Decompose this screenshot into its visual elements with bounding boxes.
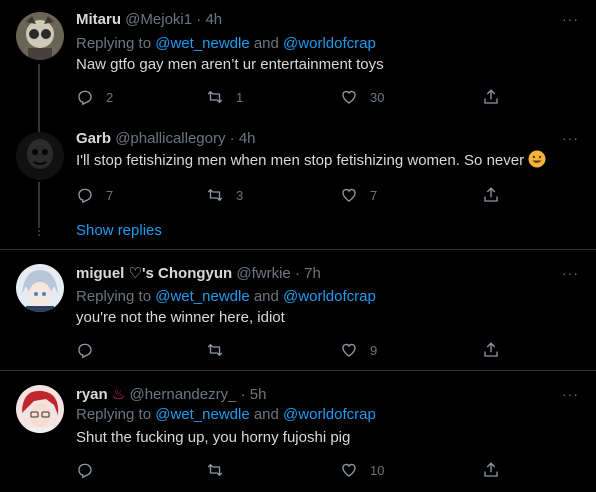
reply-icon (78, 343, 92, 359)
replying-prefix: Replying to (76, 35, 156, 52)
timestamp[interactable]: 4h (205, 11, 222, 28)
display-name[interactable]: Garb (76, 130, 111, 147)
mention-link[interactable]: @wet_newdle (155, 406, 249, 423)
like-button[interactable]: 10 (340, 460, 384, 480)
share-button[interactable] (482, 87, 500, 107)
retweet-button[interactable] (206, 340, 236, 360)
mention-link[interactable]: @worldofcrap (283, 406, 376, 423)
show-replies-link[interactable]: Show replies (76, 222, 162, 240)
retweet-button[interactable]: 1 (206, 87, 243, 107)
more-options-icon[interactable]: ··· (562, 12, 582, 32)
reply-button[interactable]: 2 (76, 87, 113, 107)
replying-and: and (249, 406, 284, 423)
tweet-text: I'll stop fetishizing men when men stop … (76, 150, 546, 171)
tweet-ryan[interactable]: ryan ♨ @hernandezry_ · 5h ··· Replying t… (0, 371, 596, 492)
like-button[interactable]: 30 (340, 87, 384, 107)
reply-icon (78, 90, 92, 106)
tweet-text-content: I'll stop fetishizing men when men stop … (76, 152, 525, 169)
share-icon (484, 342, 498, 357)
user-handle[interactable]: @fwrkie (236, 265, 290, 282)
more-options-icon[interactable]: ··· (562, 387, 582, 407)
mention-link[interactable]: @wet_newdle (155, 288, 249, 305)
retweet-count: 3 (236, 187, 244, 203)
replying-prefix: Replying to (76, 406, 156, 423)
retweet-count: 1 (236, 89, 244, 105)
tweet-header: Garb @phallicallegory · 4h (76, 130, 256, 148)
display-name[interactable]: miguel ♡'s Chongyun (76, 265, 232, 282)
user-handle[interactable]: @Mejoki1 (125, 11, 192, 28)
tweet-actions: 2 1 30 (76, 87, 506, 107)
share-button[interactable] (482, 185, 500, 205)
tweet-miguel[interactable]: miguel ♡'s Chongyun @fwrkie · 7h ··· Rep… (0, 250, 596, 370)
replying-and: and (249, 288, 284, 305)
separator: · (229, 130, 235, 147)
heart-icon (342, 343, 356, 357)
avatar[interactable] (16, 12, 64, 60)
replying-and: and (249, 35, 284, 52)
mention-link[interactable]: @worldofcrap (283, 35, 376, 52)
timestamp[interactable]: 5h (250, 386, 267, 403)
tweet-actions: 9 (76, 340, 506, 360)
like-count: 9 (370, 342, 378, 358)
tweet-text: Shut the fucking up, you horny fujoshi p… (76, 429, 351, 446)
like-button[interactable]: 7 (340, 185, 377, 205)
retweet-icon (207, 91, 223, 103)
timestamp[interactable]: 4h (239, 130, 256, 147)
reply-button[interactable] (76, 460, 106, 480)
hot-springs-emoji-icon: ♨ (111, 386, 126, 403)
tweet-header: ryan ♨ @hernandezry_ · 5h (76, 386, 266, 404)
reply-count: 2 (106, 89, 114, 105)
reply-icon (78, 463, 92, 479)
reply-button[interactable]: 7 (76, 185, 113, 205)
avatar[interactable] (16, 385, 64, 433)
more-options-icon[interactable]: ··· (562, 131, 582, 151)
share-button[interactable] (482, 460, 500, 480)
retweet-icon (207, 344, 223, 356)
share-icon (484, 89, 498, 104)
tweet-text: Naw gtfo gay men aren’t ur entertainment… (76, 56, 384, 73)
display-name[interactable]: ryan (76, 386, 108, 403)
heart-icon (342, 90, 356, 104)
retweet-icon (207, 189, 223, 201)
tweet-actions: 10 (76, 460, 506, 480)
reply-icon (78, 188, 92, 204)
avatar[interactable] (16, 264, 64, 312)
share-icon (484, 187, 498, 202)
tweet-text: you're not the winner here, idiot (76, 309, 285, 326)
more-options-icon[interactable]: ··· (562, 266, 582, 286)
like-count: 7 (370, 187, 378, 203)
tweet-header: Mitaru @Mejoki1 · 4h (76, 11, 222, 29)
reply-count: 7 (106, 187, 114, 203)
user-handle[interactable]: @hernandezry_ (129, 386, 236, 403)
display-name[interactable]: Mitaru (76, 11, 121, 28)
tweet-mitaru[interactable]: Mitaru @Mejoki1 · 4h ··· Replying to @we… (0, 0, 596, 134)
replying-to: Replying to @wet_newdle and @worldofcrap (76, 406, 376, 424)
user-handle[interactable]: @phallicallegory (115, 130, 225, 147)
tweet-header: miguel ♡'s Chongyun @fwrkie · 7h (76, 265, 321, 283)
separator: · (294, 265, 300, 282)
share-icon (484, 462, 498, 477)
separator: · (196, 11, 202, 28)
tweet-actions: 7 3 7 (76, 185, 506, 205)
mention-link[interactable]: @wet_newdle (155, 35, 249, 52)
heart-icon (342, 463, 356, 477)
replying-to: Replying to @wet_newdle and @worldofcrap (76, 288, 376, 306)
replying-prefix: Replying to (76, 288, 156, 305)
reply-button[interactable] (76, 340, 106, 360)
heart-icon (342, 188, 356, 202)
avatar[interactable] (16, 132, 64, 180)
like-count: 30 (370, 89, 385, 105)
replying-to: Replying to @wet_newdle and @worldofcrap (76, 35, 376, 53)
retweet-button[interactable] (206, 460, 236, 480)
retweet-button[interactable]: 3 (206, 185, 243, 205)
separator: · (240, 386, 246, 403)
timestamp[interactable]: 7h (304, 265, 321, 282)
retweet-icon (207, 464, 223, 476)
mention-link[interactable]: @worldofcrap (283, 288, 376, 305)
like-count: 10 (370, 462, 385, 478)
grinning-face-emoji-icon (528, 150, 546, 168)
share-button[interactable] (482, 340, 500, 360)
like-button[interactable]: 9 (340, 340, 377, 360)
